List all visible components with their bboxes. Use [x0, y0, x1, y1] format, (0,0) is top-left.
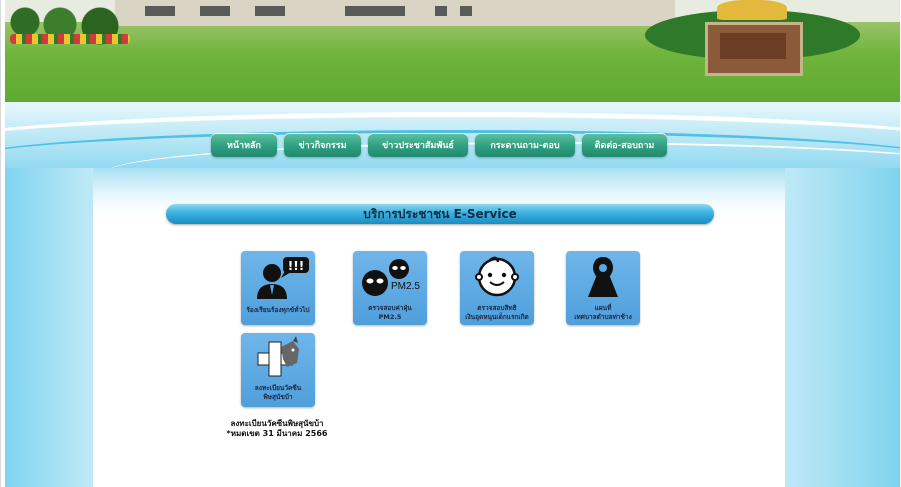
monument-statue [717, 0, 787, 20]
banner-monument [645, 0, 860, 76]
svg-text:!!!: !!! [288, 259, 304, 273]
tile-caption: ตรวจสอบสิทธิ [477, 304, 517, 312]
tile-caption-2: เงินอุดหนุนเด็กแรกเกิด [465, 313, 529, 321]
tile-caption-2: PM2.5 [378, 313, 402, 321]
service-newborn-tile[interactable]: ตรวจสอบสิทธิ เงินอุดหนุนเด็กแรกเกิด [460, 251, 534, 325]
banner-building [115, 0, 675, 26]
banner-flowers [10, 34, 130, 44]
map-user-icon [588, 257, 618, 297]
service-rabies-tile[interactable]: ลงทะเบียนวัคซีน พิษสุนัขบ้า [241, 333, 315, 407]
nav-home[interactable]: หน้าหลัก [211, 133, 277, 157]
pm25-badge: PM2.5 [391, 281, 420, 292]
left-column-bg [5, 168, 93, 487]
building-window [255, 6, 285, 16]
notice-line-2: *หมดเขต 31 มีนาคม 2566 [226, 429, 328, 438]
building-window [145, 6, 175, 16]
header-banner [5, 0, 900, 115]
baby-face-icon [475, 256, 519, 297]
service-map-tile[interactable]: แผนที่ เทศบาลตำบลท่าช้าง [566, 251, 640, 325]
tile-caption: ร้องเรียนร้องทุกข์ทั่วไป [246, 306, 310, 314]
tile-caption: แผนที่ [594, 304, 612, 312]
pm25-icon [362, 259, 409, 296]
building-window [435, 6, 447, 16]
nav-webboard[interactable]: กระดานถาม-ตอบ [475, 133, 575, 157]
speech-user-icon: !!! [257, 257, 309, 299]
building-window [345, 6, 405, 16]
tile-caption: ลงทะเบียนวัคซีน [254, 384, 302, 392]
rabies-dog-icon [257, 336, 299, 377]
service-complaint-tile[interactable]: !!! ร้องเรียนร้องทุกข์ทั่วไป [241, 251, 315, 325]
building-window [460, 6, 472, 16]
monument-base [705, 22, 803, 76]
building-window [200, 6, 230, 16]
vaccine-deadline-notice: ลงทะเบียนวัคซีนพิษสุนัขบ้า *หมดเขต 31 มี… [216, 419, 338, 439]
right-column-bg [785, 168, 900, 487]
tile-caption-2: พิษสุนัขบ้า [263, 393, 293, 401]
notice-line-1: ลงทะเบียนวัคซีนพิษสุนัขบ้า [230, 419, 324, 428]
page-border [0, 0, 1, 487]
nav-activities[interactable]: ข่าวกิจกรรม [284, 133, 361, 157]
section-title-bar: บริการประชาชน E-Service [166, 204, 714, 224]
nav-announcements[interactable]: ข่าวประชาสัมพันธ์ [368, 133, 468, 157]
section-title: บริการประชาชน E-Service [363, 206, 517, 221]
monument-plaque [720, 33, 786, 59]
service-pm25-tile[interactable]: PM2.5 ตรวจสอบค่าฝุ่น PM2.5 [353, 251, 427, 325]
nav-contact[interactable]: ติดต่อ-สอบถาม [582, 133, 667, 157]
tile-caption-2: เทศบาลตำบลท่าช้าง [574, 313, 632, 321]
tile-caption: ตรวจสอบค่าฝุ่น [368, 304, 412, 312]
